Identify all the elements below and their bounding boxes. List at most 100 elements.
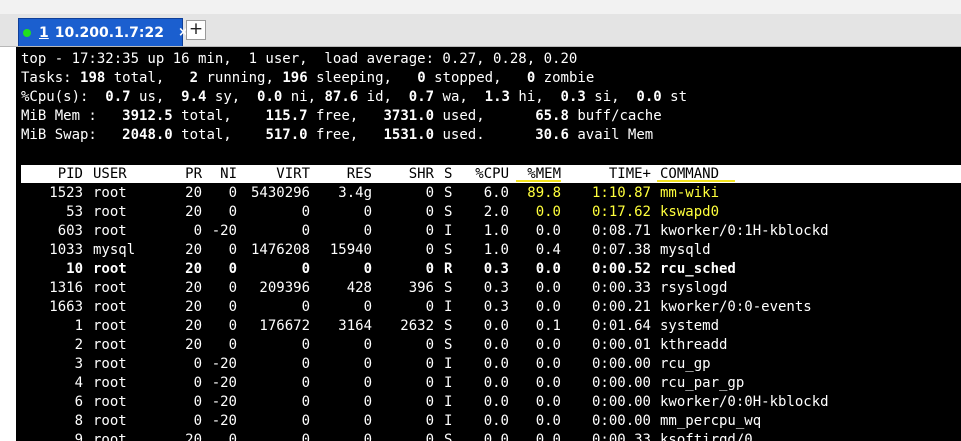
cell-pid: 603: [57, 223, 83, 239]
terminal[interactable]: top - 17:32:35 up 16 min, 1 user, load a…: [16, 47, 961, 441]
cell-mem: 0.0: [535, 375, 561, 391]
cell-shr: 0: [425, 261, 434, 277]
cpu-sy: 9.4: [181, 89, 207, 105]
cell-pr: 20: [185, 432, 202, 441]
cell-virt: 0: [301, 356, 310, 372]
cell-state: S: [444, 280, 453, 296]
col-header-cpu: %CPU: [475, 166, 509, 182]
col-header-pr: PR: [185, 166, 202, 182]
cell-command: kthreadd: [660, 337, 728, 353]
cell-res: 0: [363, 223, 372, 239]
cell-cpu: 0.0: [483, 337, 509, 353]
cell-virt: 1476208: [250, 242, 310, 258]
cell-virt: 0: [301, 223, 310, 239]
cell-pr: 0: [193, 223, 202, 239]
cell-res: 428: [346, 280, 372, 296]
cell-ni: 0: [228, 261, 237, 277]
cell-state: S: [444, 185, 453, 201]
cell-ni: 0: [228, 318, 237, 334]
cell-cpu: 1.0: [483, 223, 509, 239]
process-row: 1663 root 20 0 0 0 0 I 0.3 0.0 0:00.21 kworker/0:0-…: [21, 298, 961, 317]
cell-ni: 0: [228, 337, 237, 353]
swap-used: 1531.0: [383, 127, 435, 143]
swap-label: MiB Swap:: [21, 127, 97, 143]
cell-mem: 0.0: [535, 394, 561, 410]
cell-pr: 20: [185, 280, 202, 296]
cell-pid: 1663: [49, 299, 83, 315]
cell-state: I: [444, 413, 453, 429]
cell-pr: 20: [185, 204, 202, 220]
cell-ni: 0: [228, 280, 237, 296]
cell-time: 0:08.71: [591, 223, 651, 239]
cell-ni: 0: [228, 432, 237, 441]
tab-session[interactable]: 1 10.200.1.7:22 ×: [18, 18, 189, 46]
cell-command: rsyslogd: [660, 280, 728, 296]
swap-free: 517.0: [265, 127, 308, 143]
cpu-wa: 0.7: [408, 89, 435, 105]
cell-ni: 0: [228, 204, 237, 220]
cell-virt: 0: [301, 432, 310, 441]
cell-pr: 0: [193, 394, 202, 410]
cpu-hi: 1.3: [484, 89, 510, 105]
cell-pid: 9: [74, 432, 83, 441]
cell-command: ksoftirqd/0: [660, 432, 753, 441]
cell-cpu: 0.0: [483, 432, 509, 441]
process-row: 6 root 0 -20 0 0 0 I 0.0 0.0 0:00.00 kworker/0:0H-k…: [21, 393, 961, 412]
cell-command: mm_percpu_wq: [660, 413, 762, 429]
cell-res: 0: [363, 356, 372, 372]
process-row: 603 root 0 -20 0 0 0 I 1.0 0.0 0:08.71 kworker/0:1H…: [21, 222, 961, 241]
cell-res: 3.4g: [338, 185, 372, 201]
process-row: 9 root 20 0 0 0 0 S 0.0 0.0 0:00.33 ksoftirqd/0: [21, 431, 961, 441]
cell-virt: 176672: [259, 318, 310, 334]
cell-pid: 1: [74, 318, 83, 334]
cell-user: root: [93, 356, 127, 372]
swap-avail: 30.6: [535, 127, 569, 143]
swap-line: MiB Swap: 2048.0 total, 517.0 free, 1531…: [21, 127, 654, 143]
cell-pid: 53: [66, 204, 83, 220]
cell-state: S: [444, 242, 453, 258]
cell-res: 0: [363, 204, 372, 220]
cell-cpu: 1.0: [483, 242, 509, 258]
cell-time: 0:07.38: [591, 242, 651, 258]
process-row: 1033 mysql 20 0 1476208 15940 0 S 1.0 0.4 0:07.38 m…: [21, 241, 961, 260]
cell-time: 0:01.64: [591, 318, 651, 334]
cell-time: 0:00.00: [591, 394, 651, 410]
cell-time: 0:00.00: [591, 413, 651, 429]
process-row: 8 root 0 -20 0 0 0 I 0.0 0.0 0:00.00 mm_percpu_wq: [21, 412, 961, 431]
cell-time: 0:00.00: [591, 375, 651, 391]
cell-shr: 0: [425, 375, 434, 391]
process-row: 53 root 20 0 0 0 0 S 2.0 0.0 0:17.62 kswapd0: [21, 203, 961, 222]
cell-mem: 89.8: [527, 185, 561, 201]
cell-pid: 4: [74, 375, 83, 391]
cell-virt: 0: [301, 299, 310, 315]
cell-cpu: 0.3: [483, 280, 509, 296]
cell-cpu: 0.0: [483, 394, 509, 410]
add-tab-button[interactable]: +: [186, 20, 206, 40]
cell-ni: 0: [228, 185, 237, 201]
cell-shr: 0: [425, 299, 434, 315]
cell-pr: 20: [185, 242, 202, 258]
cpu-us: 0.7: [105, 89, 131, 105]
tasks-stopped: 0: [417, 70, 426, 86]
cell-time: 0:00.33: [591, 280, 651, 296]
cell-res: 3164: [338, 318, 372, 334]
cell-virt: 0: [301, 261, 310, 277]
cell-shr: 0: [425, 223, 434, 239]
cell-virt: 209396: [259, 280, 310, 296]
cell-pid: 6: [74, 394, 83, 410]
cell-cpu: 0.0: [483, 413, 509, 429]
col-header-pid: PID: [57, 166, 83, 182]
cell-ni: -20: [211, 223, 237, 239]
col-header-virt: VIRT: [276, 166, 310, 182]
mem-line: MiB Mem : 3912.5 total, 115.7 free, 3731…: [21, 108, 662, 124]
mem-free: 115.7: [265, 108, 308, 124]
cell-time: 0:00.33: [591, 432, 651, 441]
cell-time: 1:10.87: [591, 185, 651, 201]
cell-pid: 1316: [49, 280, 83, 296]
cell-state: I: [444, 375, 453, 391]
cell-user: root: [93, 280, 127, 296]
cell-user: root: [93, 261, 127, 277]
cell-shr: 0: [425, 413, 434, 429]
cell-command: mm-wiki: [660, 185, 720, 201]
cell-time: 0:00.01: [591, 337, 651, 353]
